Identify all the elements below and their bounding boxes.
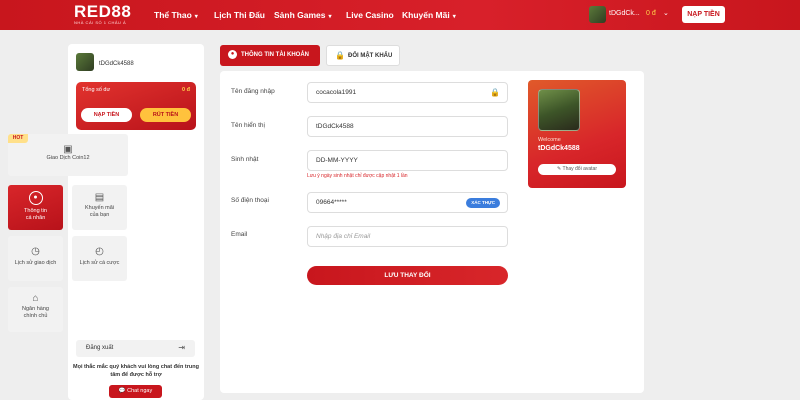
logout-label: Đăng xuất — [86, 345, 114, 351]
chat-icon: 💬 — [118, 388, 128, 394]
phone-field: 09664***** XÁC THỰC — [307, 192, 508, 213]
logout-icon: ⇥ — [178, 343, 185, 352]
nav-item-games[interactable]: Sảnh Games ▾ — [274, 10, 332, 20]
sidebar-item-label: Thông tin — [24, 208, 47, 214]
nav-item-label: Lịch Thi Đấu — [214, 10, 265, 20]
brand-tagline: NHÀ CÁI SỐ 1 CHÂU Á — [74, 20, 127, 25]
lock-icon: 🔒 — [335, 50, 345, 60]
nav-item-label: Thể Thao — [154, 10, 192, 20]
sidebar-item-label: Lịch sử giao dịch — [14, 260, 57, 266]
sidebar-item-label: Giao Dịch Coin12 — [46, 155, 90, 161]
sidebar-item-bank[interactable]: ⌂ Ngân hàng chính chủ — [8, 287, 63, 332]
header-username[interactable]: tDGdCk... — [609, 10, 640, 17]
verify-button[interactable]: XÁC THỰC — [466, 198, 500, 208]
balance-value: 0 đ — [182, 87, 190, 93]
birthday-hint: Lưu ý ngày sinh nhật chỉ được cập nhật 1… — [307, 173, 408, 179]
sidebar-item-label: chính chủ — [23, 313, 48, 319]
sidebar-item-bet-history[interactable]: ◴ Lịch sử cá cược — [72, 236, 127, 281]
profile-card: Welcome tDGdCk4588 ✎ Thay đổi avatar — [528, 80, 626, 188]
nav-item-label: Live Casino — [346, 10, 394, 20]
sidebar-item-label: Lịch sử cá cược — [79, 260, 120, 266]
avatar[interactable] — [589, 6, 606, 23]
nav-item-sports[interactable]: Thể Thao ▾ — [154, 10, 198, 20]
chevron-down-icon: ▾ — [452, 14, 456, 20]
phone-label: Số điện thoại — [231, 197, 269, 204]
chevron-down-icon[interactable]: ⌄ — [663, 9, 669, 17]
coin-icon: ▣ — [63, 144, 73, 155]
chat-now-button[interactable]: 💬 Chat ngay — [109, 385, 162, 398]
email-field[interactable]: Nhập địa chỉ Email — [307, 226, 508, 247]
display-name-value: tDGdCk4588 — [316, 123, 354, 130]
login-name-value: cocacola1991 — [316, 89, 357, 96]
header-balance: 0 đ — [646, 10, 656, 17]
change-avatar-button[interactable]: ✎ Thay đổi avatar — [538, 164, 616, 175]
balance-card: Tổng số dư 0 đ NẠP TIỀN RÚT TIỀN — [76, 82, 196, 130]
save-changes-button[interactable]: LƯU THAY ĐỔI — [307, 266, 508, 285]
logout-button[interactable]: Đăng xuất ⇥ — [76, 340, 195, 357]
chat-label: Chat ngay — [127, 388, 153, 394]
birthday-field[interactable]: DD-MM-YYYY — [307, 150, 508, 171]
chevron-down-icon: ▾ — [328, 14, 332, 20]
birthday-value: DD-MM-YYYY — [316, 157, 358, 164]
user-icon: ● — [228, 49, 237, 59]
tab-label: THÔNG TIN TÀI KHOẢN — [241, 52, 309, 58]
top-header: RED88 NHÀ CÁI SỐ 1 CHÂU Á Thể Thao ▾ Lịch… — [0, 0, 800, 30]
nav-item-schedule[interactable]: Lịch Thi Đấu — [214, 10, 265, 20]
user-icon: ● — [28, 191, 43, 205]
bank-icon: ⌂ — [32, 293, 39, 304]
hot-badge: HOT — [8, 134, 28, 143]
sidebar-item-label: cá nhân — [25, 215, 46, 221]
bet-history-icon: ◴ — [95, 246, 104, 257]
sidebar-item-label: Khuyến mãi — [84, 205, 115, 211]
display-name-field[interactable]: tDGdCk4588 — [307, 116, 508, 137]
sidebar-item-personal-info[interactable]: ● Thông tin cá nhân — [8, 185, 63, 230]
sidebar-item-promotions[interactable]: ▤ Khuyến mãi của bạn — [72, 185, 127, 230]
withdraw-button[interactable]: RÚT TIỀN — [140, 108, 191, 122]
deposit-button[interactable]: NẠP TIỀN — [682, 6, 725, 23]
history-icon: ◷ — [31, 246, 40, 257]
gift-icon: ▤ — [94, 192, 105, 203]
sidebar-item-transaction-history[interactable]: ◷ Lịch sử giao dịch — [8, 236, 63, 281]
nav-item-live-casino[interactable]: Live Casino — [346, 10, 394, 20]
birthday-label: Sinh nhật — [231, 156, 259, 163]
sidebar-item-label: Ngân hàng — [22, 306, 49, 312]
sidebar-username: tDGdCk4588 — [99, 61, 134, 67]
display-name-label: Tên hiển thị — [231, 122, 265, 129]
tab-label: ĐỔI MẬT KHẨU — [348, 53, 393, 59]
tab-account-info[interactable]: ● THÔNG TIN TÀI KHOẢN — [220, 45, 320, 66]
avatar — [538, 89, 580, 131]
nav-item-label: Khuyến Mãi — [402, 10, 450, 20]
tab-change-password[interactable]: 🔒 ĐỔI MẬT KHẨU — [326, 45, 400, 66]
login-name-label: Tên đăng nhập — [231, 88, 275, 95]
nav-item-label: Sảnh Games — [274, 10, 326, 20]
help-text: Mọi thắc mắc quý khách vui lòng chat đến… — [73, 364, 199, 378]
profile-username: tDGdCk4588 — [538, 145, 580, 152]
lock-icon: 🔒 — [490, 88, 500, 97]
email-label: Email — [231, 231, 248, 238]
balance-label: Tổng số dư — [82, 87, 111, 93]
brand-logo[interactable]: RED88 — [74, 3, 131, 20]
welcome-text: Welcome — [538, 137, 561, 143]
phone-value: 09664***** — [316, 199, 347, 206]
email-placeholder: Nhập địa chỉ Email — [316, 233, 371, 240]
sidebar-deposit-button[interactable]: NẠP TIỀN — [81, 108, 132, 122]
chevron-down-icon: ▾ — [194, 14, 198, 20]
sidebar-item-label: của bạn — [89, 212, 110, 218]
change-avatar-label: Thay đổi avatar — [562, 166, 597, 172]
sidebar-item-coin-transactions[interactable]: HOT ▣ Giao Dịch Coin12 — [8, 134, 128, 176]
nav-item-promotions[interactable]: Khuyến Mãi ▾ — [402, 10, 456, 20]
login-name-field: cocacola1991 🔒 — [307, 82, 508, 103]
avatar — [76, 53, 94, 71]
